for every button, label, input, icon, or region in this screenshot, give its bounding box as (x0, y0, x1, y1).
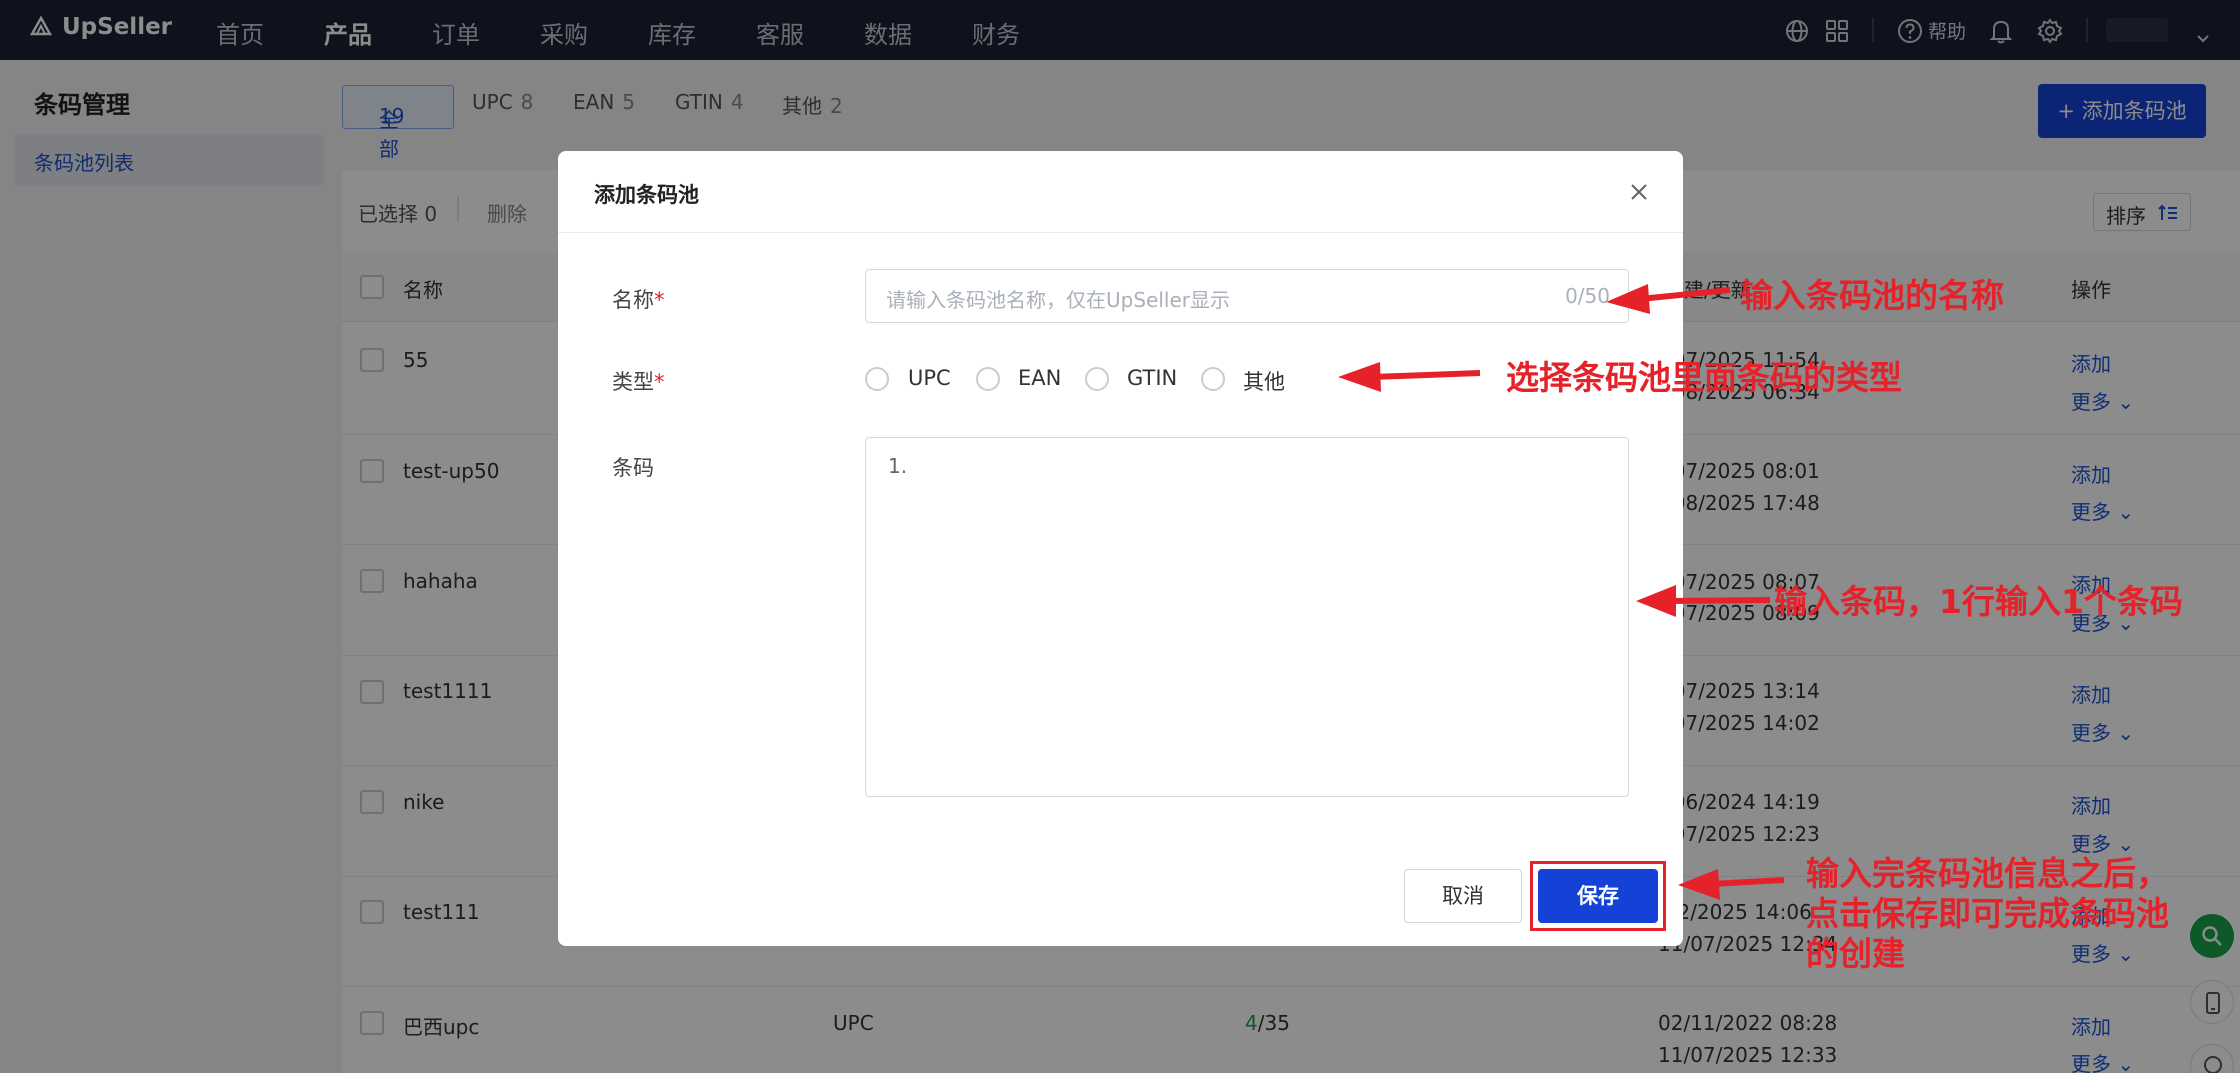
annotation-save: 输入完条码池信息之后， 点击保存即可完成条码池 的创建 (1806, 854, 2169, 974)
arrow-to-name-input (1606, 284, 1731, 314)
annotation-code: 输入条码，1行输入1个条码 (1774, 582, 2183, 621)
arrow-to-type-radios (1338, 362, 1481, 392)
annotation-type: 选择条码池里面条码的类型 (1506, 358, 1902, 397)
arrow-to-save-button (1678, 869, 1785, 900)
annotation-save-line3: 的创建 (1806, 934, 1905, 973)
annotation-save-line1: 输入完条码池信息之后， (1806, 854, 2169, 893)
annotation-save-line2: 点击保存即可完成条码池 (1806, 894, 2169, 933)
arrow-to-code-area (1636, 585, 1771, 617)
annotation-name: 输入条码池的名称 (1740, 276, 2004, 315)
